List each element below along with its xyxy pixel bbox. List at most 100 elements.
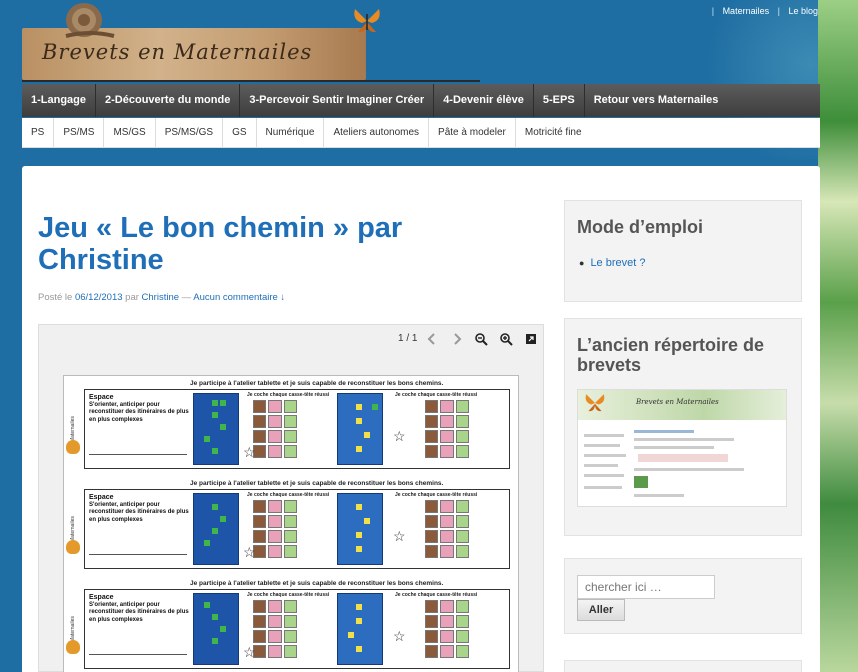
- skill-text: S'orienter, anticiper pour reconstituer …: [89, 501, 189, 523]
- activity-row: Je participe à l'atelier tablette et je …: [66, 580, 514, 672]
- subnav-item-motricite[interactable]: Motricité fine: [516, 118, 591, 148]
- widget-title: Mode d’emploi: [577, 217, 703, 237]
- skill-title: Espace: [89, 394, 114, 401]
- star-icon: ☆: [393, 628, 406, 644]
- subnav-item-ps[interactable]: PS: [22, 117, 55, 148]
- page-count: 1 / 1: [398, 333, 418, 344]
- skill-underline: [89, 454, 187, 455]
- nav-item-percevoir[interactable]: 3-Percevoir Sentir Imaginer Créer: [240, 84, 435, 117]
- coche-label: Je coche chaque casse-tête réussi: [247, 392, 330, 398]
- star-icon: ☆: [243, 644, 256, 660]
- widget-mode-emploi: Mode d’emploi ● Le brevet ?: [564, 200, 802, 302]
- puzzle-board: [337, 393, 383, 465]
- star-icon: ☆: [393, 528, 406, 544]
- row-side-label: Maternailes: [70, 616, 76, 642]
- check-grid: [425, 400, 469, 458]
- coche-label: Je coche chaque casse-tête réussi: [247, 592, 330, 598]
- check-grid: [425, 500, 469, 558]
- row-box: Espace S'orienter, anticiper pour recons…: [84, 389, 510, 469]
- main-nav: 1-Langage 2-Découverte du monde 3-Percev…: [22, 84, 820, 117]
- check-grid: [253, 400, 297, 458]
- post-author[interactable]: Christine: [142, 292, 180, 303]
- row-heading: Je participe à l'atelier tablette et je …: [190, 480, 444, 487]
- document-viewer[interactable]: 1 / 1 Je participe à l'atelier tablette …: [38, 324, 544, 672]
- star-icon: ☆: [243, 544, 256, 560]
- post-date[interactable]: 06/12/2013: [75, 292, 123, 303]
- subnav-item-ms-gs[interactable]: MS/GS: [104, 117, 156, 148]
- row-box: Espace S'orienter, anticiper pour recons…: [84, 589, 510, 669]
- check-grid: [425, 600, 469, 658]
- puzzle-board: [337, 593, 383, 665]
- background-foliage: [818, 0, 858, 672]
- butterfly-icon: [66, 440, 80, 454]
- butterfly-icon: [66, 640, 80, 654]
- top-link-blog[interactable]: Le blog: [788, 6, 818, 16]
- nav-item-retour[interactable]: Retour vers Maternailes: [585, 84, 728, 117]
- skill-text: S'orienter, anticiper pour reconstituer …: [89, 401, 189, 423]
- top-link-maternailes[interactable]: Maternailes: [723, 6, 770, 16]
- puzzle-board: [193, 493, 239, 565]
- row-side-label: Maternailes: [70, 516, 76, 542]
- snail-icon: [65, 3, 115, 38]
- puzzle-board: [193, 593, 239, 665]
- sub-nav: PS PS/MS MS/GS PS/MS/GS GS Numérique Ate…: [22, 117, 820, 148]
- link-le-brevet[interactable]: ● Le brevet ?: [579, 257, 645, 269]
- viewer-toolbar: 1 / 1: [39, 325, 543, 353]
- skill-underline: [89, 554, 187, 555]
- meta-posted-label: Posté le: [38, 292, 73, 303]
- widget-search: Aller: [564, 558, 802, 634]
- subnav-item-gs[interactable]: GS: [223, 117, 257, 148]
- next-page-icon[interactable]: [449, 331, 465, 347]
- thumbnail-title: Brevets en Maternailes: [636, 398, 719, 406]
- subnav-item-ps-ms[interactable]: PS/MS: [54, 117, 105, 148]
- check-grid: [253, 500, 297, 558]
- row-heading: Je participe à l'atelier tablette et je …: [190, 580, 444, 587]
- puzzle-board: [337, 493, 383, 565]
- skill-block: Espace S'orienter, anticiper pour recons…: [89, 594, 189, 624]
- subnav-item-numerique[interactable]: Numérique: [257, 117, 325, 148]
- subnav-item-pate[interactable]: Pâte à modeler: [429, 117, 516, 148]
- activity-row: Je participe à l'atelier tablette et je …: [66, 480, 514, 572]
- old-directory-thumbnail[interactable]: Brevets en Maternailes: [577, 389, 787, 507]
- post-title[interactable]: Jeu « Le bon chemin » par Christine: [38, 212, 498, 276]
- search-input[interactable]: [577, 575, 715, 599]
- bullet-icon: ●: [579, 258, 585, 268]
- star-icon: ☆: [243, 444, 256, 460]
- top-links: | Maternailes | Le blog: [711, 6, 818, 16]
- popout-icon[interactable]: [523, 331, 539, 347]
- nav-item-langage[interactable]: 1-Langage: [22, 84, 97, 117]
- skill-block: Espace S'orienter, anticiper pour recons…: [89, 394, 189, 424]
- subnav-item-ateliers[interactable]: Ateliers autonomes: [324, 117, 430, 148]
- widget-ancien-repertoire: L’ancien répertoire de brevets Brevets e…: [564, 318, 802, 536]
- content-panel: Jeu « Le bon chemin » par Christine Post…: [22, 166, 820, 672]
- row-side-label: Maternailes: [70, 416, 76, 442]
- widget-next: [564, 660, 802, 672]
- row-heading: Je participe à l'atelier tablette et je …: [190, 380, 444, 387]
- logo-underline: [22, 80, 480, 82]
- skill-title: Espace: [89, 594, 114, 601]
- post-comments-link[interactable]: Aucun commentaire ↓: [193, 292, 285, 303]
- meta-by-label: par: [125, 292, 139, 303]
- coche-label: Je coche chaque casse-tête réussi: [247, 492, 330, 498]
- document-page: Je participe à l'atelier tablette et je …: [63, 375, 519, 672]
- coche-label: Je coche chaque casse-tête réussi: [395, 492, 478, 498]
- star-icon: ☆: [393, 428, 406, 444]
- skill-title: Espace: [89, 494, 114, 501]
- puzzle-board: [193, 393, 239, 465]
- check-grid: [253, 600, 297, 658]
- zoom-in-icon[interactable]: [498, 331, 514, 347]
- skill-underline: [89, 654, 187, 655]
- prev-page-icon[interactable]: [424, 331, 440, 347]
- nav-item-devenir-eleve[interactable]: 4-Devenir élève: [434, 84, 534, 117]
- subnav-item-ps-ms-gs[interactable]: PS/MS/GS: [156, 117, 224, 148]
- skill-block: Espace S'orienter, anticiper pour recons…: [89, 494, 189, 524]
- widget-title: L’ancien répertoire de brevets: [577, 335, 765, 375]
- zoom-out-icon[interactable]: [473, 331, 489, 347]
- nav-item-decouverte[interactable]: 2-Découverte du monde: [96, 84, 241, 117]
- activity-row: Je participe à l'atelier tablette et je …: [66, 380, 514, 472]
- row-box: Espace S'orienter, anticiper pour recons…: [84, 489, 510, 569]
- search-button[interactable]: Aller: [577, 599, 625, 621]
- skill-text: S'orienter, anticiper pour reconstituer …: [89, 601, 189, 623]
- nav-item-eps[interactable]: 5-EPS: [534, 84, 585, 117]
- post-meta: Posté le 06/12/2013 par Christine — Aucu…: [38, 292, 285, 303]
